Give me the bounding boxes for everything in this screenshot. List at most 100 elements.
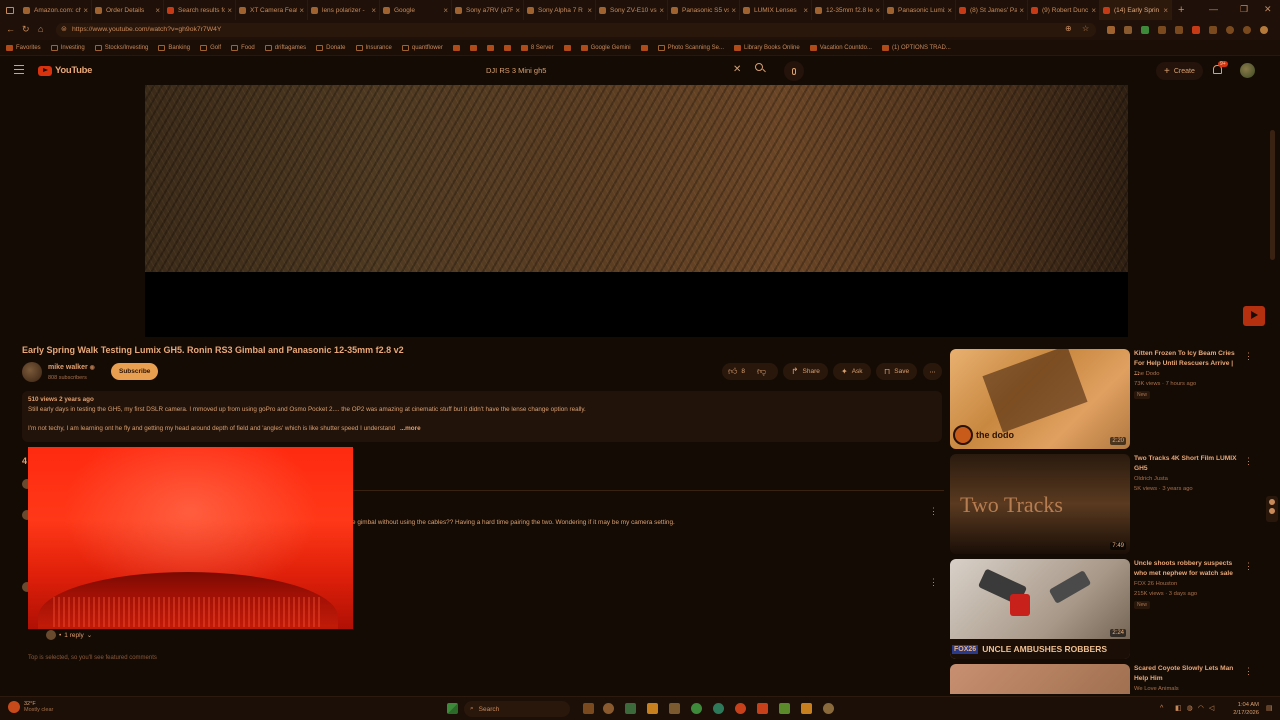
ask-button[interactable]: ✦ Ask	[833, 363, 871, 380]
browser-tab[interactable]: Sony a7RV (a7R ×	[452, 0, 524, 20]
video-thumbnail[interactable]	[950, 664, 1130, 694]
browser-tab[interactable]: LUMIX Lenses ×	[740, 0, 812, 20]
recommended-video[interactable]: the dodo 2:20 Kitten Frozen To Icy Beam …	[950, 349, 1260, 449]
tray-overflow-icon[interactable]: ^	[1160, 705, 1163, 712]
close-tab-icon[interactable]: ×	[83, 6, 88, 15]
close-tab-icon[interactable]: ×	[371, 6, 376, 15]
bookmark-item[interactable]: Donate	[316, 44, 346, 51]
app-icon[interactable]	[691, 703, 702, 714]
hamburger-menu-icon[interactable]	[14, 65, 24, 74]
bookmark-item[interactable]: Banking	[158, 44, 190, 51]
page-scrollbar[interactable]	[1270, 130, 1275, 260]
bookmark-item[interactable]: Vacation Countdo...	[809, 44, 872, 51]
more-actions-button[interactable]: ⋯	[923, 363, 942, 380]
recommended-title[interactable]: Uncle shoots robbery suspects who met ne…	[1134, 559, 1238, 579]
close-window-icon[interactable]: ✕	[1264, 4, 1272, 15]
search-icon[interactable]	[755, 63, 766, 73]
profile-avatar-icon[interactable]	[1260, 26, 1268, 34]
bookmark-item[interactable]: Food	[231, 44, 255, 51]
home-icon[interactable]: ⌂	[38, 24, 43, 34]
channel-name[interactable]: mike walker ◉	[48, 364, 95, 371]
comment-menu-icon[interactable]: ⋮	[929, 506, 938, 517]
browser-tab[interactable]: (8) St James' Pa ×	[956, 0, 1028, 20]
browser-tab[interactable]: Order Details ×	[92, 0, 164, 20]
search-input[interactable]: DJI RS 3 Mini gh5	[474, 61, 774, 81]
recommended-channel[interactable]: FOX 26 Houston	[1134, 581, 1177, 587]
bookmark-item[interactable]	[452, 44, 460, 51]
settings-icon[interactable]	[603, 703, 614, 714]
bookmark-item[interactable]: Library Books Online	[733, 44, 800, 51]
maximize-icon[interactable]: ❐	[1240, 4, 1248, 15]
new-tab-button[interactable]: +	[1178, 4, 1184, 16]
start-button[interactable]	[447, 703, 458, 714]
extension-icon[interactable]	[1209, 26, 1217, 34]
bookmark-item[interactable]	[640, 44, 648, 51]
minimize-icon[interactable]: —	[1209, 4, 1218, 14]
notification-center-icon[interactable]: ▤	[1266, 704, 1273, 712]
extension-icon[interactable]	[1124, 26, 1132, 34]
browser-tab[interactable]: lens polarizer - ×	[308, 0, 380, 20]
close-tab-icon[interactable]: ×	[1091, 6, 1096, 15]
bookmark-item[interactable]: Stocks/Investing	[94, 44, 148, 51]
bookmark-item[interactable]: Insurance	[355, 44, 392, 51]
browser-tab[interactable]: Amazon.com: ch ×	[20, 0, 92, 20]
close-tab-icon[interactable]: ×	[659, 6, 664, 15]
extension-icon[interactable]	[1192, 26, 1200, 34]
clock[interactable]: 1:04 AM 2/17/2026	[1221, 701, 1259, 717]
close-tab-icon[interactable]: ×	[731, 6, 736, 15]
video-thumbnail[interactable]: the dodo 2:20	[950, 349, 1130, 449]
bookmark-item[interactable]	[563, 44, 571, 51]
account-avatar[interactable]	[1240, 63, 1255, 78]
bookmark-item[interactable]: Investing	[50, 44, 85, 51]
close-tab-icon[interactable]: ×	[1019, 6, 1024, 15]
browser-tab[interactable]: Sony Alpha 7 R ×	[524, 0, 596, 20]
close-tab-icon[interactable]: ×	[803, 6, 808, 15]
share-button[interactable]: ↱ Share	[783, 363, 828, 380]
close-tab-icon[interactable]: ×	[443, 6, 448, 15]
bookmark-item[interactable]: Photo Scanning Se...	[657, 44, 724, 51]
tab-actions-icon[interactable]	[0, 0, 20, 20]
browser-tab[interactable]: (9) Robert Dunc ×	[1028, 0, 1100, 20]
browser-tab[interactable]: Sony ZV-E10 vs ×	[596, 0, 668, 20]
browser-tab[interactable]: 12-35mm f2.8 le ×	[812, 0, 884, 20]
bookmark-item[interactable]: (1) OPTIONS TRAD...	[881, 44, 951, 51]
youtube-logo[interactable]: YouTube	[38, 65, 92, 76]
bookmark-item[interactable]: Golf	[200, 44, 221, 51]
zoom-icon[interactable]: ⊕	[1065, 24, 1072, 33]
description-box[interactable]: 510 views 2 years ago Still early days i…	[22, 391, 942, 442]
volume-icon[interactable]: ◁	[1209, 704, 1214, 712]
miniplayer-youtube-icon[interactable]	[1243, 306, 1265, 326]
close-tab-icon[interactable]: ×	[227, 6, 232, 15]
close-tab-icon[interactable]: ×	[155, 6, 160, 15]
bookmark-star-icon[interactable]: ☆	[1082, 24, 1089, 33]
refresh-icon[interactable]: ↻	[22, 24, 30, 35]
bookmark-item[interactable]: Favorites	[6, 44, 41, 51]
save-button[interactable]: ⊓ Save	[876, 363, 918, 380]
bookmark-item[interactable]	[503, 44, 511, 51]
clear-search-icon[interactable]: ✕	[733, 64, 741, 75]
bookmark-item[interactable]	[486, 44, 494, 51]
recommended-title[interactable]: Scared Coyote Slowly Lets Man Help Him	[1134, 664, 1238, 684]
task-view-icon[interactable]	[583, 703, 594, 714]
bookmark-item[interactable]: quantflower	[401, 44, 443, 51]
replies-toggle[interactable]: • 1 reply ⌄	[46, 630, 92, 640]
comment-input-underline[interactable]	[352, 490, 944, 491]
close-tab-icon[interactable]: ×	[587, 6, 592, 15]
extension-icon[interactable]	[1243, 26, 1251, 34]
browser-tab[interactable]: Google ×	[380, 0, 452, 20]
dislike-button[interactable]: 👎︎	[757, 366, 766, 377]
recommended-title[interactable]: Two Tracks 4K Short Film LUMIX GH5	[1134, 454, 1238, 474]
recommended-video[interactable]: Two Tracks 7:49 Two Tracks 4K Short Film…	[950, 454, 1260, 554]
notifications-button[interactable]: 9+	[1213, 61, 1228, 74]
firefox-icon[interactable]	[735, 703, 746, 714]
extension-icon[interactable]	[1226, 26, 1234, 34]
more-vertical-icon[interactable]: ⋮	[1244, 351, 1253, 362]
extension-icon[interactable]	[1141, 26, 1149, 34]
bookmark-item[interactable]: Google Gemini	[580, 44, 631, 51]
weather-widget[interactable]: 32°F Mostly clear	[8, 701, 53, 713]
recommended-channel[interactable]: Oldrich Justa	[1134, 476, 1168, 482]
browser-tab[interactable]: XT Camera Featu ×	[236, 0, 308, 20]
brave-icon[interactable]	[757, 703, 768, 714]
close-tab-icon[interactable]: ×	[515, 6, 520, 15]
like-button[interactable]: 👍︎ 8	[728, 366, 745, 377]
